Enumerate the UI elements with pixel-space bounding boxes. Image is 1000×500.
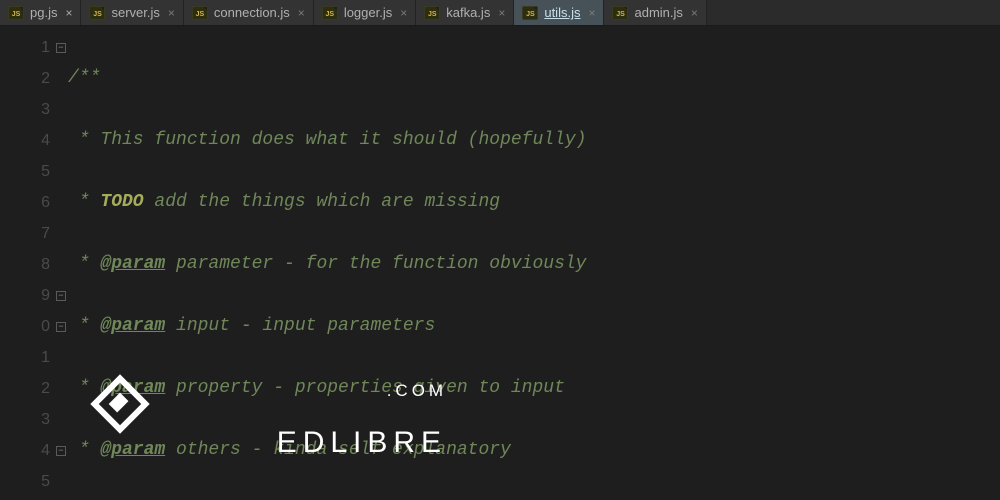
code-text: * [68,316,100,336]
close-icon[interactable]: × [588,6,595,20]
code-jsdoc-tag: @param [100,440,165,460]
code-text: add the things which are missing [144,192,500,212]
code-jsdoc-tag: @param [100,254,165,274]
fold-icon[interactable]: − [56,446,66,456]
tab-logger[interactable]: JS logger.js × [314,0,416,25]
code-text: property - properties given to input [165,378,565,398]
tab-label: connection.js [214,5,290,20]
code-text: parameter - for the function obviously [165,254,586,274]
code-text: * [68,130,100,150]
close-icon[interactable]: × [168,6,175,20]
line-number: 0 [41,318,50,336]
tab-label: logger.js [344,5,392,20]
line-number: 9 [41,287,50,305]
tab-utils[interactable]: JS utils.js × [514,0,604,25]
code-text: This function does what it should (hopef… [100,130,586,150]
tab-label: admin.js [634,5,682,20]
tab-server[interactable]: JS server.js × [81,0,183,25]
js-file-icon: JS [612,6,628,20]
close-icon[interactable]: × [298,6,305,20]
line-number: 8 [41,256,50,274]
line-number: 3 [41,101,50,119]
js-file-icon: JS [424,6,440,20]
js-file-icon: JS [322,6,338,20]
js-file-icon: JS [8,6,24,20]
line-number: 7 [41,225,50,243]
line-number: 2 [41,380,50,398]
close-icon[interactable]: × [691,6,698,20]
line-number: 1 [41,39,50,57]
code-text: * [68,378,100,398]
js-file-icon: JS [89,6,105,20]
line-number: 4 [41,132,50,150]
code-jsdoc-tag: @param [100,378,165,398]
gutter: 1− 2 3 4 5 6 7 8 9− 0− 1 2 3 4− 5 [0,26,68,500]
tab-bar: JS pg.js × JS server.js × JS connection.… [0,0,1000,26]
code-jsdoc-tag: @param [100,316,165,336]
code-text: * [68,440,100,460]
close-icon[interactable]: × [498,6,505,20]
code-text: * [68,192,100,212]
code-text: * [68,254,100,274]
fold-icon[interactable]: − [56,43,66,53]
code-todo: TODO [100,192,143,212]
line-number: 6 [41,194,50,212]
line-number: 3 [41,411,50,429]
code-text: others - kinda self explanatory [165,440,511,460]
close-icon[interactable]: × [65,6,72,20]
editor: 1− 2 3 4 5 6 7 8 9− 0− 1 2 3 4− 5 /** * … [0,26,1000,500]
tab-label: kafka.js [446,5,490,20]
tab-kafka[interactable]: JS kafka.js × [416,0,514,25]
code-text: /** [68,68,100,88]
line-number: 5 [41,163,50,181]
code-area[interactable]: /** * This function does what it should … [68,26,1000,500]
fold-icon[interactable]: − [56,291,66,301]
line-number: 2 [41,70,50,88]
code-text: input - input parameters [165,316,435,336]
tab-pg[interactable]: JS pg.js × [0,0,81,25]
tab-label: pg.js [30,5,57,20]
close-icon[interactable]: × [400,6,407,20]
tab-connection[interactable]: JS connection.js × [184,0,314,25]
tab-label: server.js [111,5,159,20]
tab-label: utils.js [544,5,580,20]
line-number: 4 [41,442,50,460]
fold-icon[interactable]: − [56,322,66,332]
js-file-icon: JS [522,6,538,20]
line-number: 1 [41,349,50,367]
js-file-icon: JS [192,6,208,20]
tab-admin[interactable]: JS admin.js × [604,0,706,25]
line-number: 5 [41,473,50,491]
